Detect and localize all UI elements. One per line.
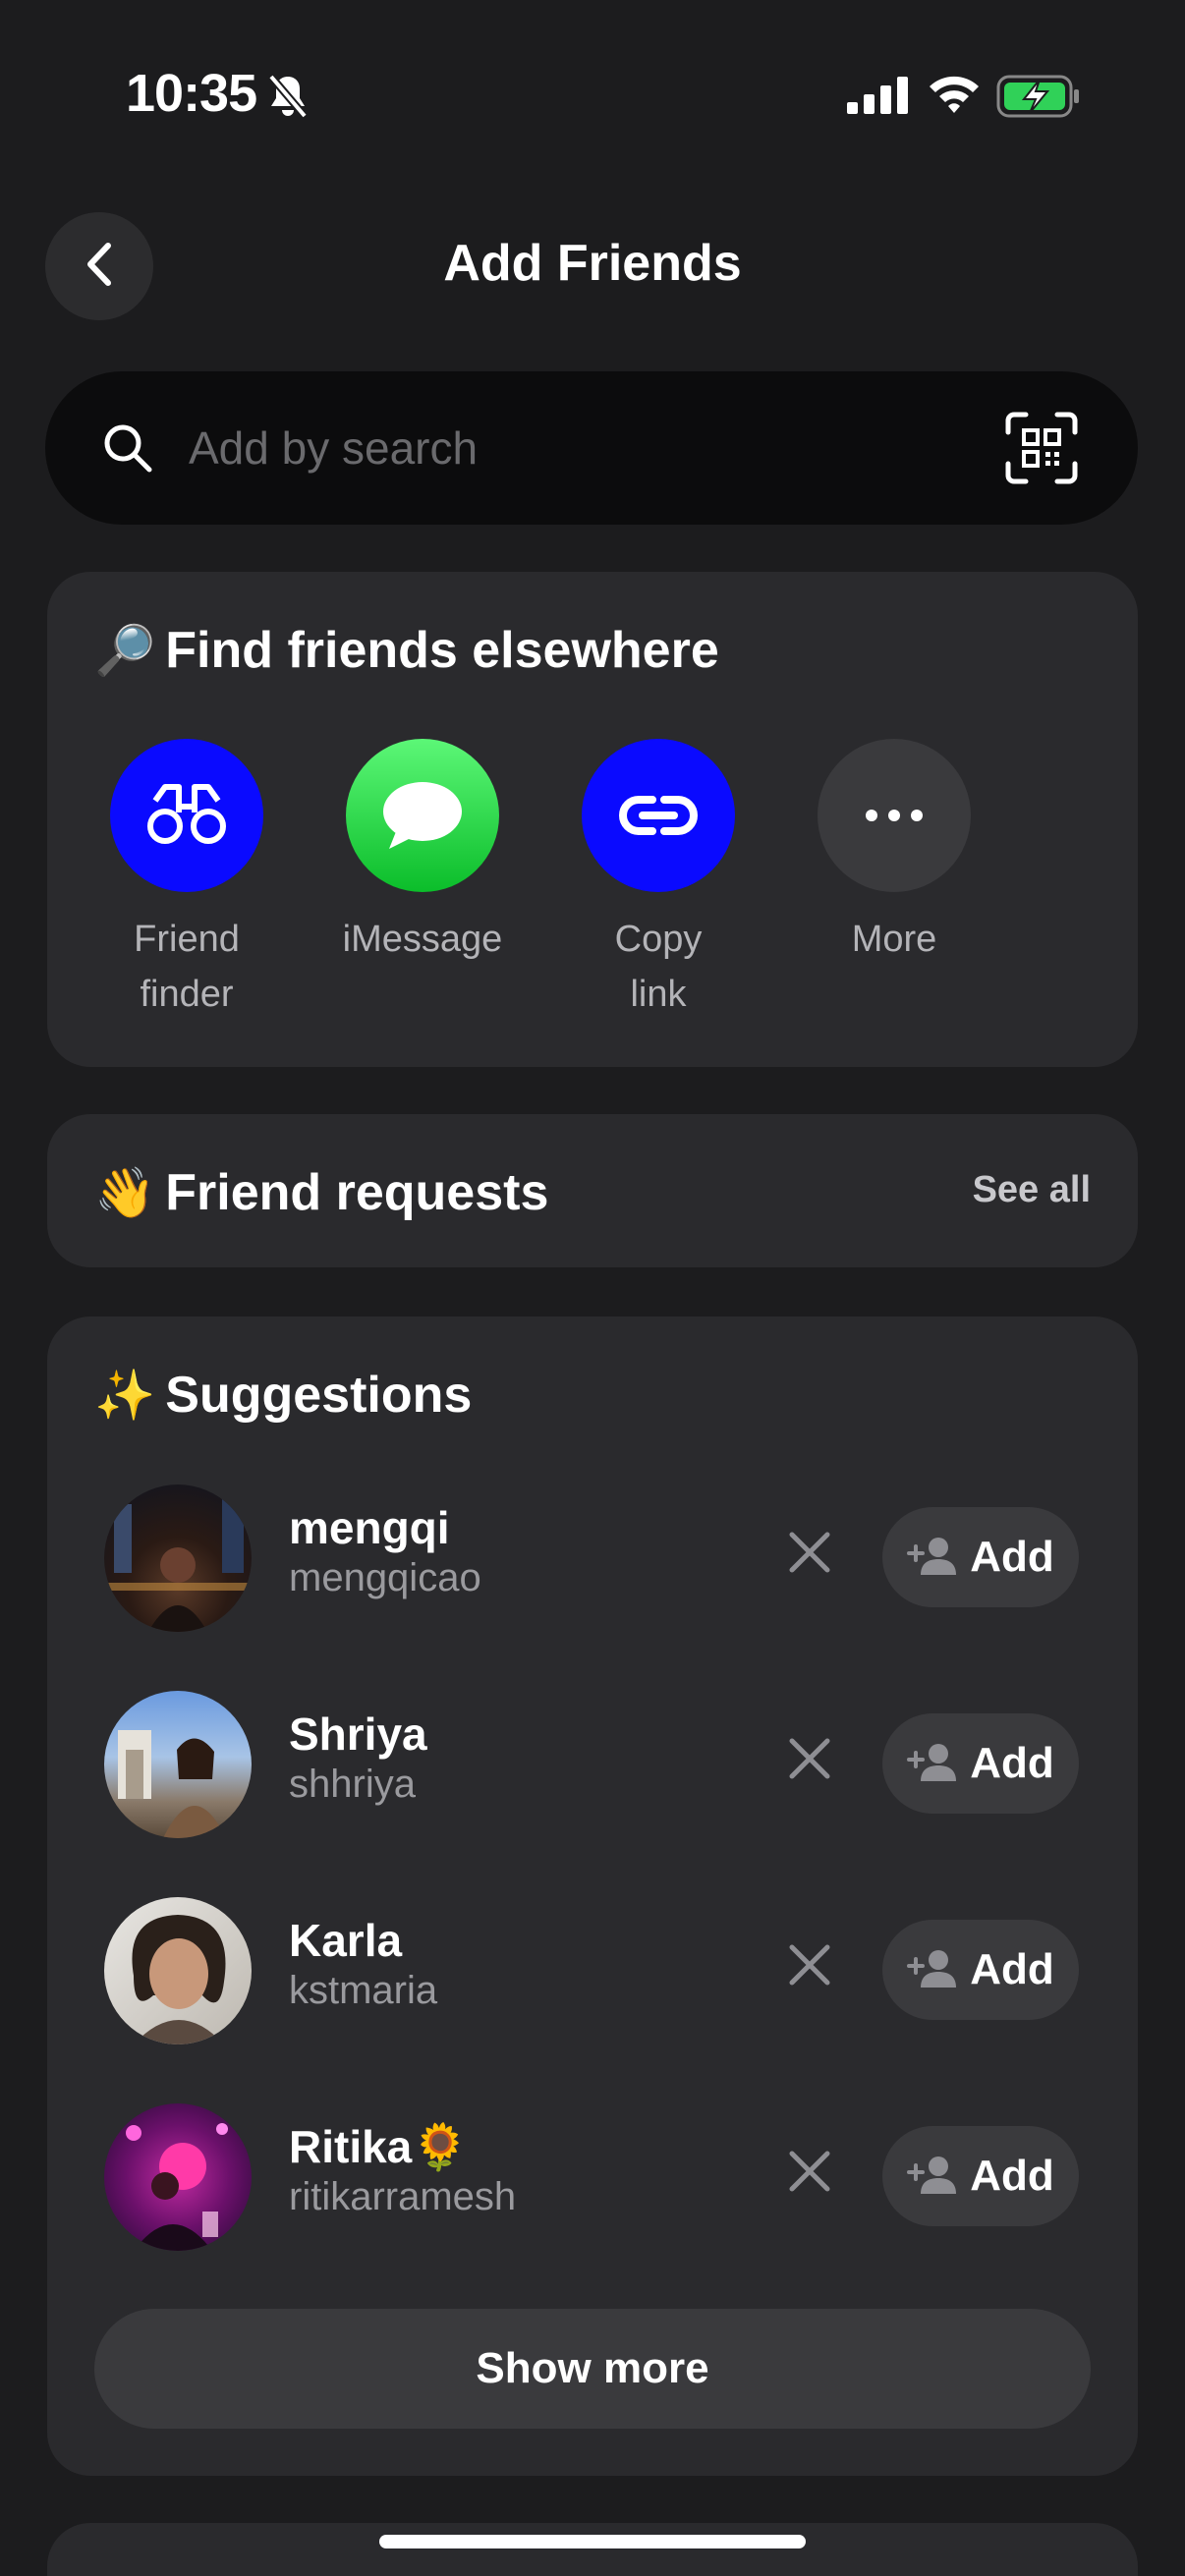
close-icon[interactable] bbox=[786, 2148, 833, 2200]
suggestion-handle: ritikarramesh bbox=[289, 2175, 517, 2218]
copy-link-label: Copy link bbox=[614, 919, 703, 1015]
suggestion-row[interactable]: Shriya shhriya Add bbox=[47, 1686, 1138, 1843]
suggestions-title: ✨ Suggestions bbox=[94, 1367, 473, 1424]
link-icon bbox=[582, 739, 735, 892]
add-person-icon bbox=[907, 1742, 960, 1786]
avatar[interactable] bbox=[104, 1897, 252, 2044]
magnifier-emoji: 🔎 bbox=[94, 623, 156, 678]
close-icon[interactable] bbox=[786, 1941, 833, 1993]
add-label: Add bbox=[970, 2152, 1054, 2200]
sparkles-emoji: ✨ bbox=[94, 1368, 156, 1423]
bell-slash-icon bbox=[267, 73, 309, 125]
suggestion-handle: mengqicao bbox=[289, 1556, 481, 1599]
imessage-icon bbox=[346, 739, 499, 892]
add-label: Add bbox=[970, 1945, 1054, 1993]
search-bar[interactable] bbox=[45, 371, 1138, 525]
add-person-icon bbox=[907, 1536, 960, 1580]
show-more-button[interactable]: Show more bbox=[94, 2309, 1091, 2429]
suggestion-handle: kstmaria bbox=[289, 1969, 438, 2012]
more-icon bbox=[818, 739, 971, 892]
suggestion-row[interactable]: Karla kstmaria Add bbox=[47, 1892, 1138, 2049]
suggestions-card: ✨ Suggestions mengqi mengqicao Add Shriya… bbox=[47, 1316, 1138, 2476]
wave-emoji: 👋 bbox=[94, 1165, 156, 1220]
friend-finder-button[interactable]: Friend finder bbox=[98, 739, 275, 1022]
next-section-card bbox=[47, 2523, 1138, 2576]
copy-link-button[interactable]: Copy link bbox=[570, 739, 747, 1022]
battery-charging-icon bbox=[996, 75, 1081, 123]
search-input[interactable] bbox=[189, 411, 975, 485]
avatar[interactable] bbox=[104, 2103, 252, 2251]
add-label: Add bbox=[970, 1533, 1054, 1581]
qr-scan-icon[interactable] bbox=[1004, 411, 1079, 490]
suggestion-name: Ritika🌻 bbox=[289, 2121, 469, 2172]
suggestion-name: Karla bbox=[289, 1915, 403, 1966]
close-icon[interactable] bbox=[786, 1735, 833, 1787]
suggestion-row[interactable]: Ritika🌻 ritikarramesh Add bbox=[47, 2099, 1138, 2256]
add-label: Add bbox=[970, 1739, 1054, 1787]
find-friends-card: 🔎 Find friends elsewhere Friend finder iM… bbox=[47, 572, 1138, 1067]
search-icon bbox=[102, 422, 153, 478]
status-time: 10:35 bbox=[126, 64, 257, 123]
avatar[interactable] bbox=[104, 1691, 252, 1838]
suggestion-name: mengqi bbox=[289, 1502, 450, 1553]
imessage-label: iMessage bbox=[342, 919, 503, 960]
suggestion-handle: shhriya bbox=[289, 1763, 416, 1806]
more-button[interactable]: More bbox=[806, 739, 983, 967]
suggestion-row[interactable]: mengqi mengqicao Add bbox=[47, 1480, 1138, 1637]
home-indicator bbox=[379, 2535, 806, 2548]
add-friend-button[interactable]: Add bbox=[882, 1713, 1079, 1814]
wifi-icon bbox=[928, 73, 981, 119]
status-bar: 10:35 bbox=[0, 0, 1185, 196]
friend-requests-title: 👋 Friend requests bbox=[94, 1164, 549, 1221]
add-person-icon bbox=[907, 2155, 960, 2199]
suggestion-name: Shriya bbox=[289, 1708, 427, 1760]
binoculars-icon bbox=[110, 739, 263, 892]
see-all-link[interactable]: See all bbox=[973, 1169, 1091, 1211]
more-label: More bbox=[851, 919, 937, 960]
page-title: Add Friends bbox=[443, 235, 742, 292]
signal-icon bbox=[847, 77, 908, 119]
add-friend-button[interactable]: Add bbox=[882, 1920, 1079, 2020]
close-icon[interactable] bbox=[786, 1529, 833, 1581]
avatar[interactable] bbox=[104, 1484, 252, 1632]
friend-finder-label: Friend finder bbox=[134, 919, 240, 1015]
add-person-icon bbox=[907, 1948, 960, 1992]
add-friend-button[interactable]: Add bbox=[882, 1507, 1079, 1607]
find-friends-title: 🔎 Find friends elsewhere bbox=[94, 622, 719, 679]
friend-requests-card[interactable]: 👋 Friend requests See all bbox=[47, 1114, 1138, 1267]
imessage-button[interactable]: iMessage bbox=[334, 739, 511, 967]
add-friend-button[interactable]: Add bbox=[882, 2126, 1079, 2226]
